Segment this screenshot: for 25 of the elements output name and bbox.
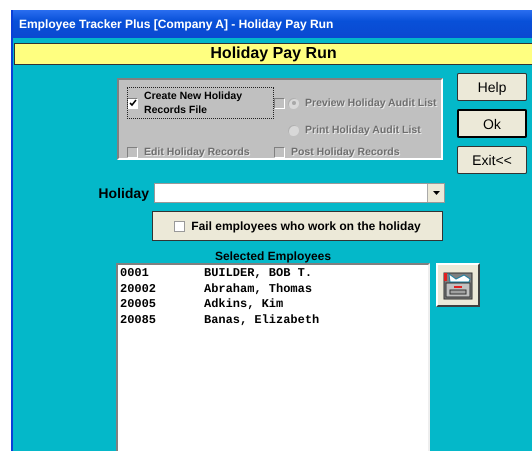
window-title: Employee Tracker Plus [Company A] - Holiday Pay Run (13, 10, 532, 38)
employee-name: Banas, Elizabeth (204, 312, 320, 328)
employee-id: 20085 (120, 312, 158, 328)
option-label: Post Holiday Records (290, 145, 401, 160)
header-banner: Holiday Pay Run (14, 43, 532, 65)
employee-name: Abraham, Thomas (204, 282, 312, 297)
fail-employees-toggle[interactable]: Fail employees who work on the holiday (152, 211, 443, 241)
checkbox[interactable] (174, 220, 186, 232)
option-label: Edit Holiday Records (143, 145, 251, 160)
option-label: Print Holiday Audit List (304, 123, 422, 138)
dialog-button[interactable]: Exit<< (457, 146, 527, 174)
file-cabinet-button[interactable] (436, 263, 480, 307)
checkbox[interactable] (127, 98, 138, 108)
dialog-button[interactable]: Help (457, 73, 527, 101)
employee-id: 20002 (120, 282, 158, 297)
option-label: Preview Holiday Audit List (304, 96, 438, 111)
employee-list[interactable]: 0001 BUILDER, BOB T. 20002 Abraham, Thomas 20005 Adkins, Kim 20085 Banas, Elizabeth (116, 263, 430, 451)
dialog-button[interactable]: Ok (457, 108, 527, 138)
employee-id: 0001 (120, 266, 150, 282)
employee-id: 20005 (120, 297, 158, 312)
option-label: Create New Holiday Records File (143, 89, 244, 118)
holiday-label: Holiday (97, 185, 150, 201)
employee-name: BUILDER, BOB T. (204, 266, 312, 282)
employee-name: Adkins, Kim (204, 297, 284, 312)
list-title: Selected Employees (214, 249, 332, 263)
